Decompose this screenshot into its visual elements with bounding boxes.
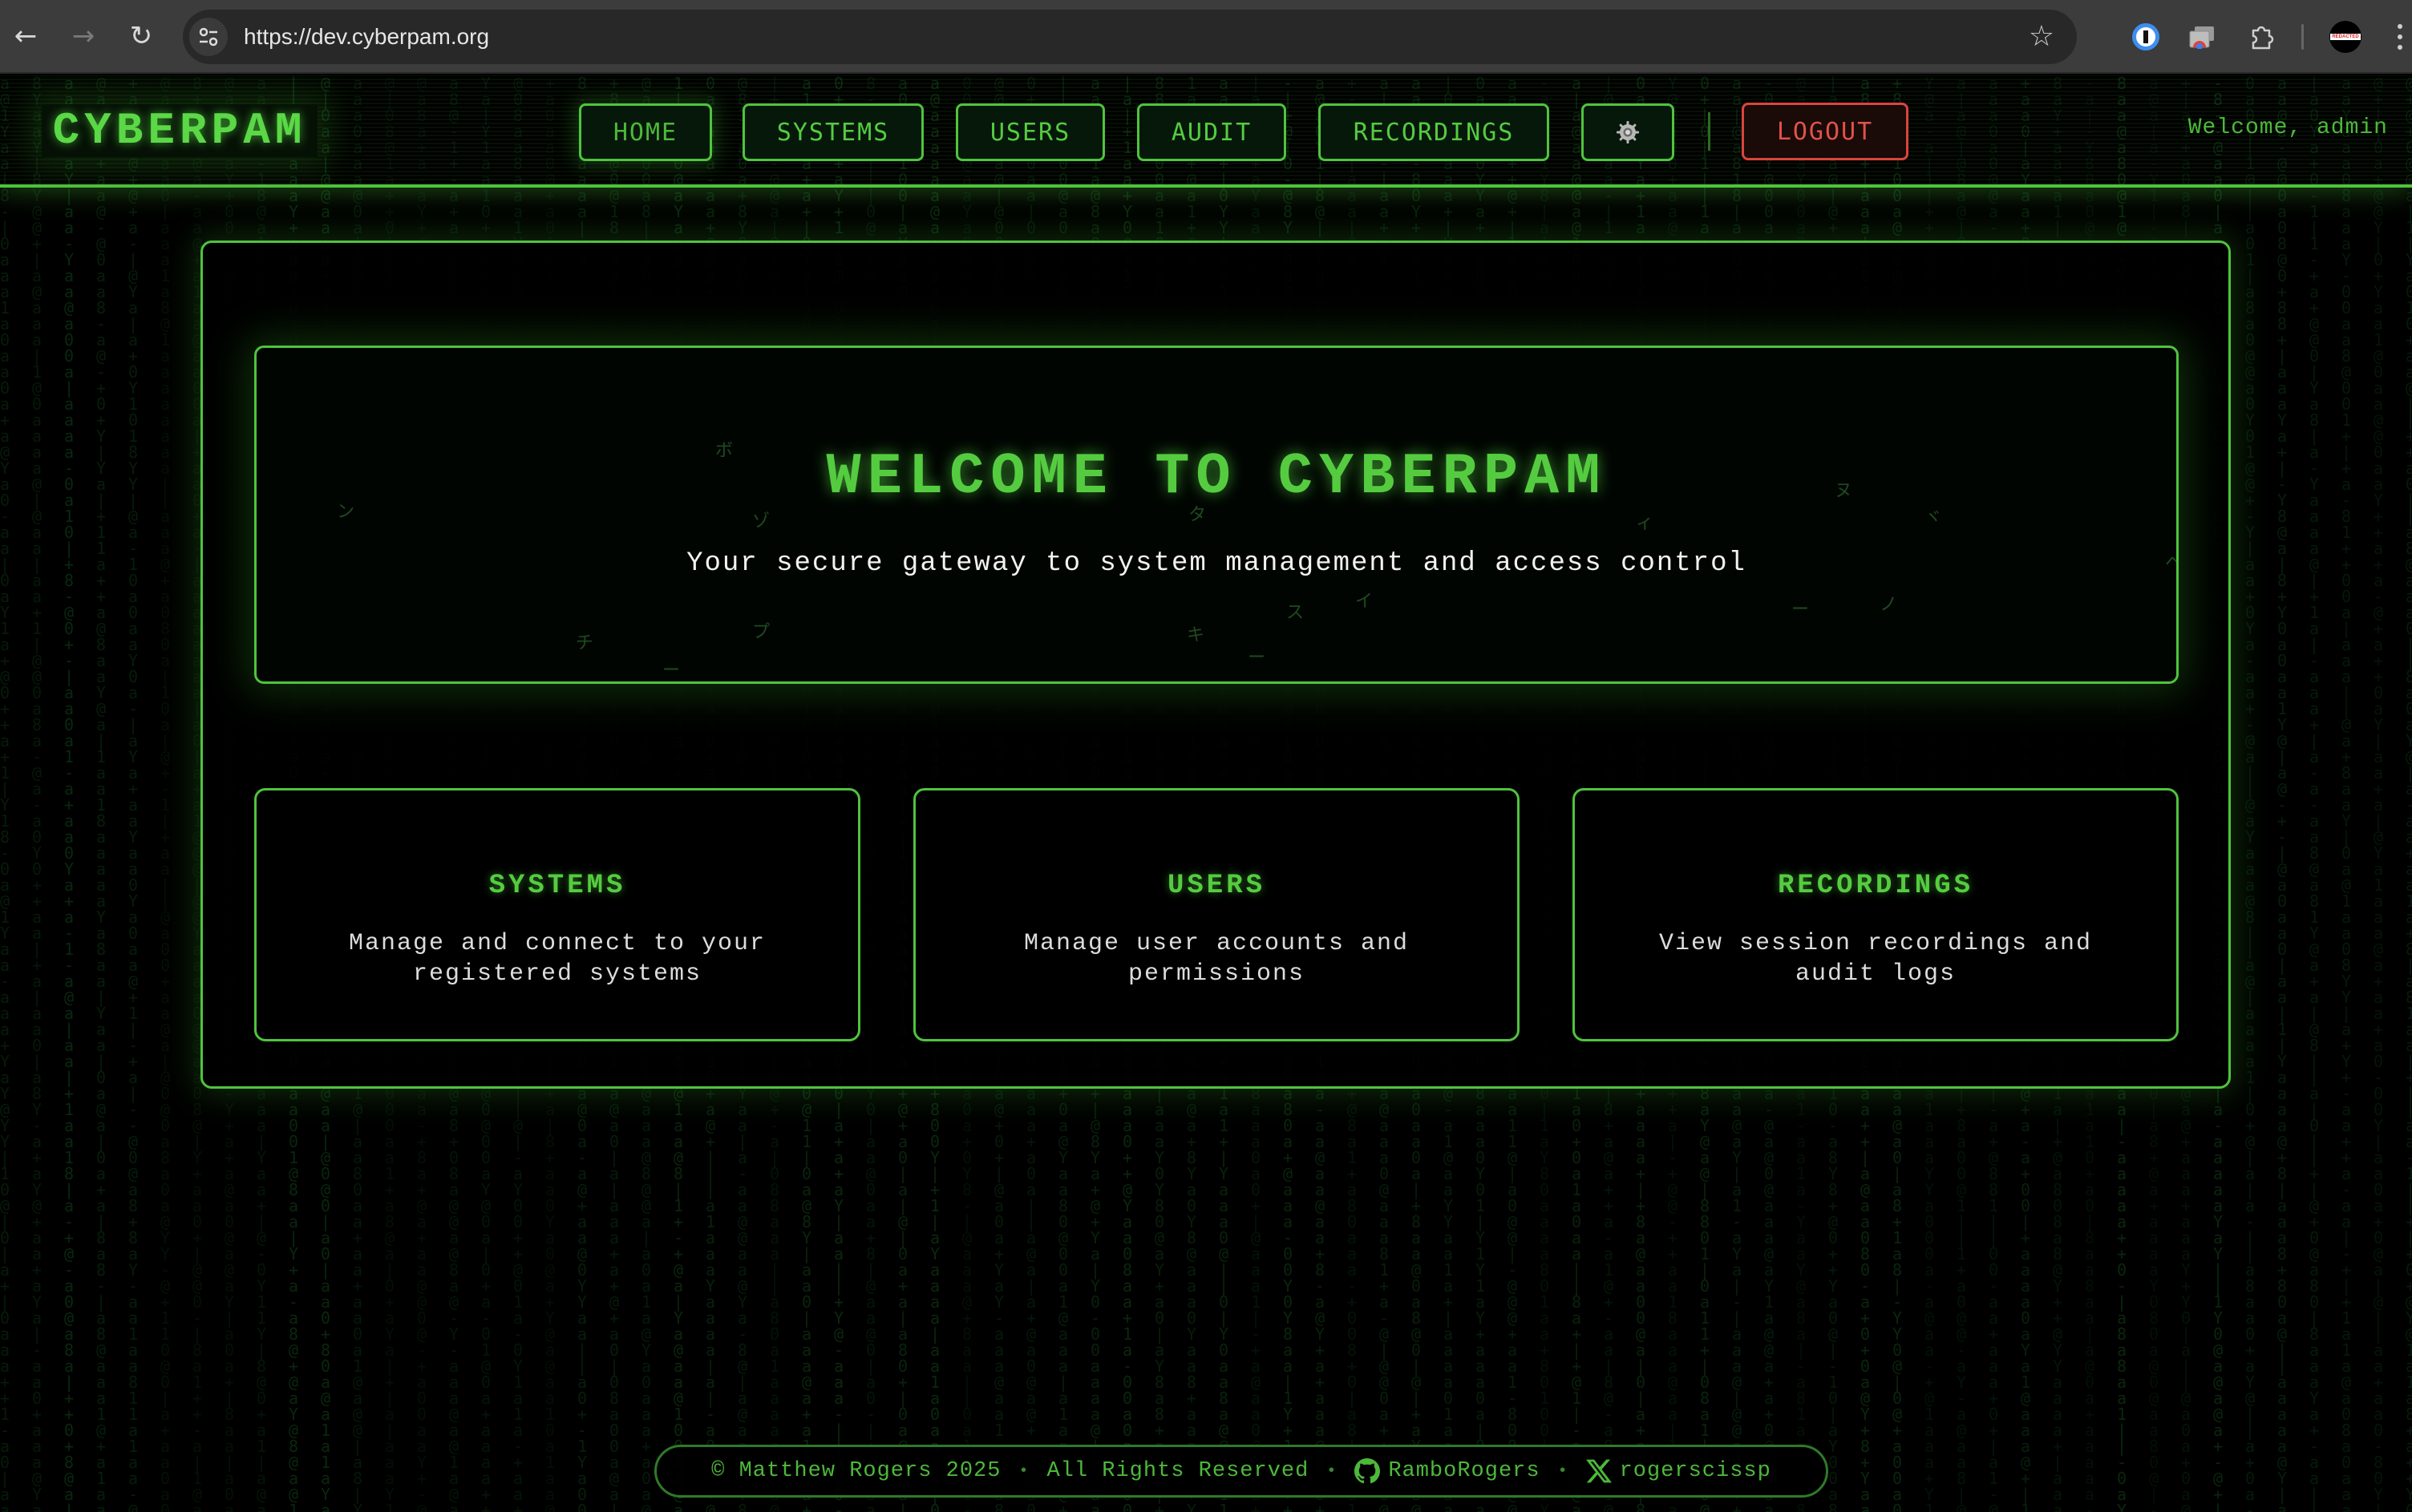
matrix-column: @+||0a+@@Y|0+Yaa1@0aa@@0aaY++a+a-@+a++0a…: [2374, 75, 2384, 1512]
extensions-icon[interactable]: [2245, 21, 2277, 53]
main-panel: ボ ン ゾ タ ィ ヌ ヾ チ プ キ ス イ ー ノ ー ー ヘ WELCOM…: [200, 241, 2231, 1089]
footer: © Matthew Rogers 2025 • All Rights Reser…: [654, 1445, 1828, 1498]
matrix-glyph: プ: [752, 622, 771, 642]
matrix-glyph: ス: [1286, 603, 1305, 623]
matrix-glyph: チ: [576, 633, 594, 653]
card-users[interactable]: USERS Manage user accounts and permissio…: [913, 788, 1520, 1041]
matrix-column: @a0|aaa0|aaa1a8@1aaaaaaaa||aaa@+a080a|10…: [160, 75, 171, 1512]
nav-separator: [1708, 112, 1710, 151]
github-handle: RamboRogers: [1388, 1459, 1540, 1483]
gear-icon: [1617, 121, 1639, 144]
card-title: RECORDINGS: [1777, 871, 1974, 901]
matrix-glyph: ー: [1791, 600, 1810, 620]
matrix-column: aa@a-@@0a08@0+88+|aaaYa+|-Y8@a|8+Y0a0aa1…: [2277, 75, 2288, 1512]
hero-banner: ボ ン ゾ タ ィ ヌ ヾ チ プ キ ス イ ー ノ ー ー ヘ WELCOM…: [254, 346, 2179, 684]
github-link[interactable]: RamboRogers: [1354, 1458, 1540, 1484]
card-recordings[interactable]: RECORDINGS View session recordings and a…: [1572, 788, 2179, 1041]
browser-toolbar: ← → ↻ https://dev.cyberpam.org ☆ REDACTE…: [0, 0, 2412, 74]
hero-subtitle: Your secure gateway to system management…: [686, 548, 1746, 579]
page: a@1Yaa|8-|0aaa1a0aa0a+a@Ya0-aa|0aY1a+@0+…: [0, 75, 2412, 1512]
matrix-glyph: ノ: [1880, 595, 1898, 615]
matrix-column: aaYaaa08aaaY-00aa8@001+|+a-81++00a|aaa||…: [2341, 75, 2352, 1512]
logout-button[interactable]: LOGOUT: [1742, 103, 1908, 160]
matrix-column: aa-00aY|aa-Yaa@a00a|aaaa-0a10|+8-@0+-|aa…: [64, 75, 75, 1512]
separator-dot: •: [1557, 1461, 1568, 1481]
card-description: View session recordings and audit logs: [1658, 930, 2093, 988]
matrix-column: @+@+0@@a|1|Ya010+aa@||++a0||a8@aaa0||8a0…: [2406, 75, 2412, 1512]
matrix-glyph: イ: [1355, 592, 1374, 612]
more-menu-icon[interactable]: [2398, 24, 2406, 50]
card-description: Manage and connect to your registered sy…: [348, 930, 767, 988]
address-bar[interactable]: https://dev.cyberpam.org ☆: [183, 10, 2077, 64]
nav-users[interactable]: USERS: [956, 103, 1105, 161]
bookmark-star-icon[interactable]: ☆: [2029, 21, 2054, 53]
github-icon: [1354, 1458, 1381, 1484]
nav-audit[interactable]: AUDIT: [1137, 103, 1286, 161]
toolbar-divider: [2301, 24, 2304, 50]
app-logo[interactable]: CYBERPAM: [42, 104, 318, 157]
separator-dot: •: [1018, 1461, 1030, 1481]
matrix-glyph: ィ: [1636, 513, 1654, 533]
x-icon: [1585, 1459, 1612, 1483]
matrix-column: |a0Ya+0-1|1-+a+@@0|Ya8|a-Yaaaa@|+1a|-aaa…: [2309, 75, 2320, 1512]
matrix-glyph: キ: [1187, 625, 1205, 645]
site-info-icon[interactable]: [189, 18, 228, 56]
matrix-column: a@1Yaa|8-|0aaa1a0aa0a+a@Ya0-aa|0aY1a+@0+…: [0, 75, 10, 1512]
matrix-column: @aa8++aa@-@0aa8-a@-+0+Y|Ya|+11a++a@8aaY@…: [96, 75, 107, 1512]
x-link[interactable]: rogerscissp: [1585, 1458, 1771, 1484]
profile-badge: REDACTED: [2330, 34, 2361, 40]
nav-home[interactable]: HOME: [579, 103, 712, 161]
forward-icon[interactable]: →: [59, 12, 107, 60]
hero-title: WELCOME TO CYBERPAM: [826, 444, 1607, 510]
app-header: CYBERPAM HOME SYSTEMS USERS AUDIT RECORD…: [0, 75, 2412, 188]
copyright-text: © Matthew Rogers 2025: [711, 1459, 1002, 1483]
matrix-column: +a+a@@+@+a-|@Ya|a+0Y1018YY|@a-10a0aaY0a-…: [128, 75, 139, 1512]
card-description: Manage user accounts and permissions: [1023, 930, 1410, 988]
settings-button[interactable]: [1581, 103, 1674, 161]
nav-recordings[interactable]: RECORDINGS: [1318, 103, 1549, 161]
rights-text: All Rights Reserved: [1046, 1459, 1309, 1483]
welcome-user: Welcome, admin: [2187, 115, 2388, 140]
cast-icon[interactable]: [2186, 21, 2218, 53]
profile-avatar[interactable]: REDACTED: [2329, 21, 2361, 53]
card-title: USERS: [1167, 871, 1266, 901]
url-text[interactable]: https://dev.cyberpam.org: [244, 24, 489, 50]
matrix-glyph: ゾ: [752, 511, 771, 532]
matrix-glyph: ー: [662, 661, 681, 681]
card-systems[interactable]: SYSTEMS Manage and connect to your regis…: [254, 788, 860, 1041]
matrix-column: 0a0||1@||a01|a8a0@@a0Y01@@+-Y|aa+0Ya-aa+…: [2245, 75, 2256, 1512]
matrix-column: 8YaaY|8Y@@+|a@aaa|1@0aaaa@|@aa|aa+1|@@0a…: [32, 75, 42, 1512]
separator-dot: •: [1326, 1461, 1338, 1481]
nav-systems[interactable]: SYSTEMS: [743, 103, 924, 161]
card-title: SYSTEMS: [488, 871, 626, 901]
reload-icon[interactable]: ↻: [117, 12, 165, 60]
back-icon[interactable]: ←: [2, 12, 50, 60]
matrix-glyph: ー: [1248, 648, 1266, 668]
x-handle: rogerscissp: [1619, 1459, 1771, 1483]
1password-icon[interactable]: [2130, 21, 2162, 53]
